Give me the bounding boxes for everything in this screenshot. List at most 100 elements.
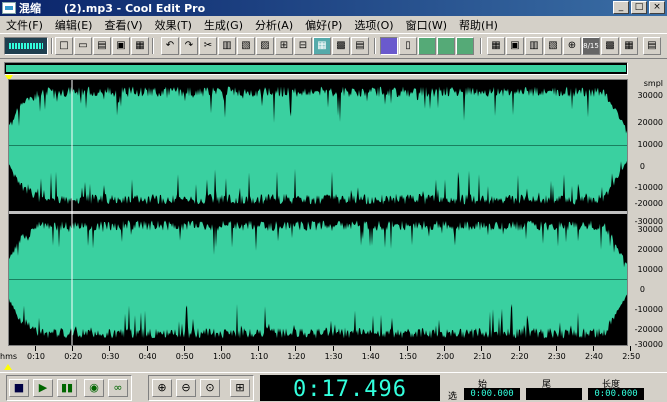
menu-analyze[interactable]: 分析(A) <box>249 17 299 33</box>
ruler-tick <box>555 346 557 351</box>
properties-icon[interactable]: ▤ <box>643 37 661 55</box>
ruler-label: 2:30 <box>547 352 566 361</box>
scale-label: 0 <box>639 162 645 171</box>
overview-range[interactable] <box>6 65 626 72</box>
copy-icon[interactable]: ▥ <box>218 37 236 55</box>
ruler-label: 2:20 <box>510 352 529 361</box>
zoom-selection-button[interactable]: ⊞ <box>230 379 250 397</box>
ruler-label: 2:10 <box>473 352 492 361</box>
menu-favorites[interactable]: 偏好(P) <box>299 17 348 33</box>
amplitude-scale: smpl 30000 20000 10000 0 -10000 -20000 -30000 30… <box>628 79 667 349</box>
menu-view[interactable]: 查看(V) <box>98 17 148 33</box>
selection-row-label: 选 <box>448 392 458 402</box>
save-icon[interactable]: ▣ <box>112 37 130 55</box>
show-waveform-icon[interactable]: ▯ <box>399 37 417 55</box>
crop-icon[interactable]: ⊞ <box>275 37 293 55</box>
selection-panel: 始 尾 长度 选 0:00.000 0:00.000 <box>446 375 667 402</box>
ruler-tick <box>369 346 371 351</box>
ruler-unit: hms <box>0 352 18 361</box>
ruler-tick <box>518 346 520 351</box>
zoom-in-button[interactable]: ⊕ <box>152 379 172 397</box>
menu-bar: 文件(F) 编辑(E) 查看(V) 效果(T) 生成(G) 分析(A) 偏好(P… <box>0 16 667 33</box>
redo-icon[interactable]: ↷ <box>180 37 198 55</box>
menu-generate[interactable]: 生成(G) <box>198 17 249 33</box>
ruler-label: 0:20 <box>64 352 83 361</box>
maximize-button[interactable]: □ <box>631 1 647 14</box>
scale-label: -20000 <box>634 199 663 208</box>
zoom-out-icon: ⊖ <box>181 381 191 394</box>
ruler-label: 1:10 <box>250 352 269 361</box>
ruler-label: 1:50 <box>399 352 417 361</box>
ruler-tick <box>183 346 185 351</box>
tile-icon[interactable]: ▦ <box>487 37 505 55</box>
zoom-full-icon: ⊙ <box>205 381 215 394</box>
app-icon[interactable] <box>2 2 16 14</box>
zoom-selection-icon: ⊞ <box>235 381 245 394</box>
time-ruler[interactable]: hms 0:10 0:20 0:30 0:40 0:50 1:00 1:10 1:20 1:30… <box>0 346 640 364</box>
settings-icon[interactable]: ▥ <box>525 37 543 55</box>
show-frequency-icon[interactable]: ▤ <box>351 37 369 55</box>
close-button[interactable]: × <box>649 1 665 14</box>
zoom-out-button[interactable]: ⊖ <box>176 379 196 397</box>
scale-label: 10000 <box>637 140 663 149</box>
minimize-button[interactable]: _ <box>613 1 629 14</box>
menu-effects[interactable]: 效果(T) <box>149 17 198 33</box>
cd-icon[interactable]: ▦ <box>313 37 331 55</box>
selection-end-field[interactable] <box>526 388 582 400</box>
play-button[interactable]: ▶ <box>33 379 53 397</box>
play-icon: ▶ <box>38 381 48 394</box>
menu-file[interactable]: 文件(F) <box>0 17 49 33</box>
new-file-icon[interactable]: □ <box>55 37 73 55</box>
scale-label: -10000 <box>634 305 663 314</box>
scale-label: -30000 <box>634 340 663 349</box>
ruler-label: 2:00 <box>436 352 455 361</box>
show-spectral-icon[interactable] <box>380 37 398 55</box>
menu-options[interactable]: 选项(O) <box>348 17 399 33</box>
undo-icon[interactable]: ↶ <box>161 37 179 55</box>
open-file-icon[interactable]: ▭ <box>74 37 92 55</box>
menu-help[interactable]: 帮助(H) <box>453 17 504 33</box>
envelope-icon[interactable]: ▩ <box>332 37 350 55</box>
multitrack-toggle-button[interactable] <box>4 37 48 55</box>
loop-button[interactable]: ∞ <box>108 379 128 397</box>
trim-icon[interactable]: ⊟ <box>294 37 312 55</box>
stop-button[interactable]: ■ <box>9 379 29 397</box>
waveform-display[interactable] <box>8 79 628 346</box>
selection-start-field[interactable]: 0:00.000 <box>464 388 520 400</box>
cut-icon[interactable]: ✂ <box>199 37 217 55</box>
view-icon[interactable]: ▧ <box>544 37 562 55</box>
play-to-end-button[interactable]: ◉ <box>84 379 104 397</box>
play-list-icon[interactable] <box>437 37 455 55</box>
scale-label: 30000 <box>637 91 663 100</box>
zoom-icon[interactable]: ⊕ <box>563 37 581 55</box>
ruler-tick <box>72 346 74 351</box>
title-bar: 混缩 (2).mp3 - Cool Edit Pro _ □ × <box>0 0 667 16</box>
palette-icon[interactable]: ▩ <box>601 37 619 55</box>
pause-button[interactable]: ▮▮ <box>57 379 77 397</box>
colors-icon[interactable]: ▦ <box>620 37 638 55</box>
level-meter-icon[interactable]: ▣ <box>506 37 524 55</box>
mix-paste-icon[interactable]: ▨ <box>256 37 274 55</box>
save-selection-icon[interactable]: ▦ <box>131 37 149 55</box>
zoom-full-button[interactable]: ⊙ <box>200 379 220 397</box>
menu-window[interactable]: 窗口(W) <box>400 17 453 33</box>
menu-edit[interactable]: 编辑(E) <box>49 17 99 33</box>
scale-label: 10000 <box>637 265 663 274</box>
paste-icon[interactable]: ▧ <box>237 37 255 55</box>
append-icon[interactable]: ▤ <box>93 37 111 55</box>
ruler-label: 1:30 <box>324 352 343 361</box>
scale-label: smpl <box>643 79 663 88</box>
ruler-tick <box>109 346 111 351</box>
info-icon[interactable] <box>456 37 474 55</box>
toolbar-separator <box>152 38 154 54</box>
sample-rate-icon[interactable]: 8/15 <box>582 37 600 55</box>
ruler-tick <box>258 346 260 351</box>
ruler-tick <box>146 346 148 351</box>
ruler-tick <box>630 346 632 351</box>
waveform-canvas[interactable] <box>9 80 627 345</box>
start-marker[interactable] <box>4 364 12 370</box>
selection-length-field[interactable]: 0:00.000 <box>588 388 644 400</box>
cue-list-icon[interactable] <box>418 37 436 55</box>
stop-icon: ■ <box>13 381 25 394</box>
overview-bar[interactable] <box>4 62 628 75</box>
